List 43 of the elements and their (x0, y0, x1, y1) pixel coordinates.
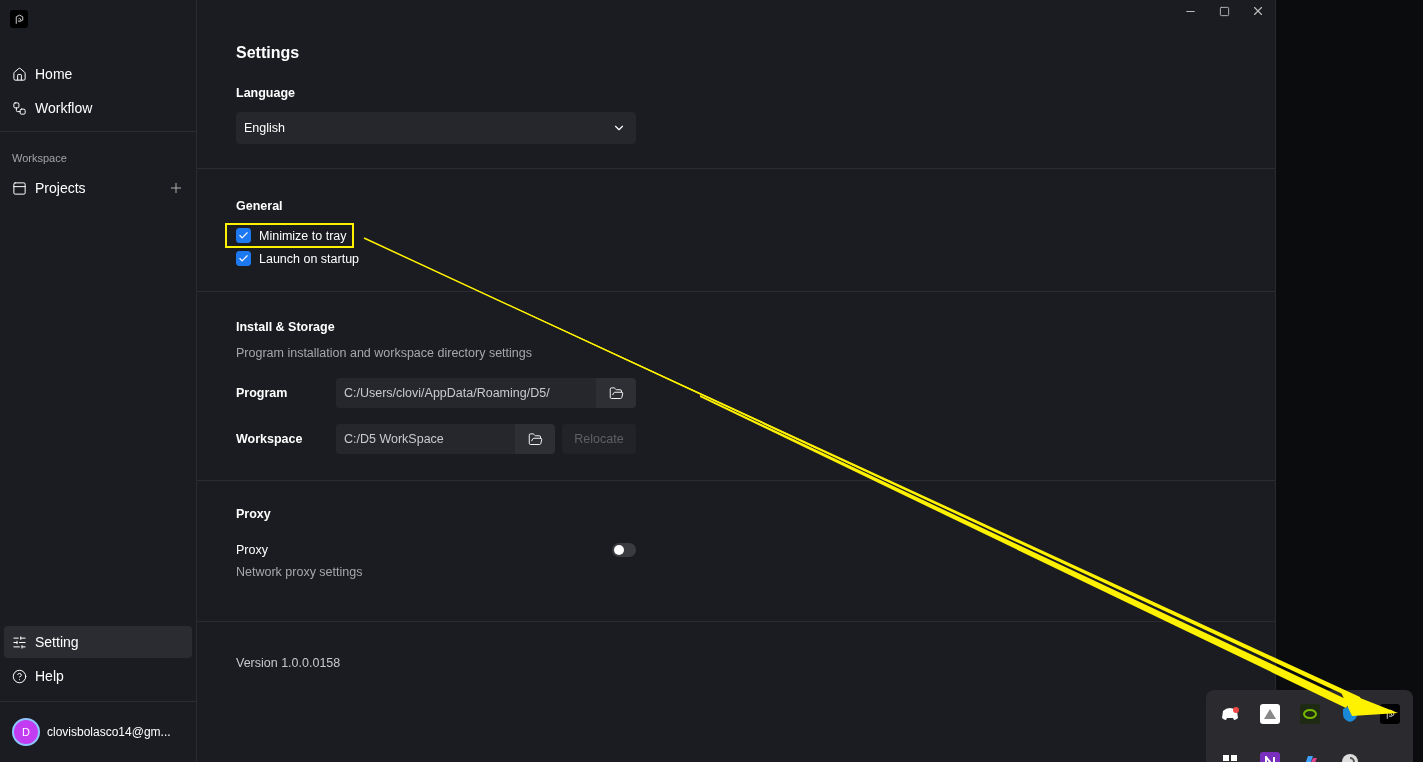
sidebar-item[interactable]: Home (4, 58, 192, 90)
folder-icon (527, 431, 543, 447)
check-icon (238, 230, 249, 241)
settings-icon (12, 634, 27, 650)
path-field[interactable]: C:/D5 WorkSpace (336, 424, 515, 454)
help-icon (12, 668, 27, 684)
section-title: General (236, 199, 284, 213)
eye-logo-icon[interactable] (1300, 704, 1320, 724)
field-label: Program (236, 386, 289, 400)
panel-icon (12, 180, 27, 196)
user-email: clovisbolasco14@gm... (47, 725, 171, 739)
checkbox[interactable] (236, 251, 251, 266)
language-dropdown[interactable]: English (236, 112, 636, 144)
browse-button[interactable] (596, 378, 636, 408)
section-title: Proxy (236, 507, 272, 521)
checkbox-label: Minimize to tray (259, 228, 347, 243)
checkbox[interactable] (236, 228, 251, 243)
path-field[interactable]: C:/Users/clovi/AppData/Roaming/D5/ (336, 378, 596, 408)
folder-icon (608, 385, 624, 401)
browse-button[interactable] (515, 424, 555, 454)
user-avatar[interactable]: D (12, 718, 40, 746)
sidebar-item[interactable]: Workflow (4, 92, 192, 124)
field-label: Workspace (236, 432, 304, 446)
sidebar-item[interactable]: Projects (4, 172, 192, 204)
app-logo-icon (10, 10, 28, 28)
close-icon[interactable] (1251, 4, 1265, 18)
check-icon (238, 253, 249, 264)
setting-description: Network proxy settings (236, 565, 364, 579)
section-label: Workspace (11, 152, 68, 164)
workflow-icon (12, 100, 27, 116)
sidebar-item[interactable]: Help (4, 660, 192, 692)
checkbox-label: Launch on startup (259, 251, 360, 266)
sidebar-item[interactable]: Setting (4, 626, 192, 658)
section-title: Language (236, 86, 297, 100)
page-title: Settings (236, 44, 301, 62)
proxy-toggle[interactable] (612, 543, 636, 557)
setting-label: Proxy (236, 543, 268, 557)
add-icon[interactable] (168, 180, 184, 196)
version-text: Version 1.0.0.0158 (235, 655, 342, 672)
section-description: Program installation and workspace directory settings (236, 346, 533, 360)
home-icon (12, 66, 27, 82)
maximize-icon[interactable] (1218, 5, 1230, 17)
section-title: Install & Storage (236, 320, 336, 334)
